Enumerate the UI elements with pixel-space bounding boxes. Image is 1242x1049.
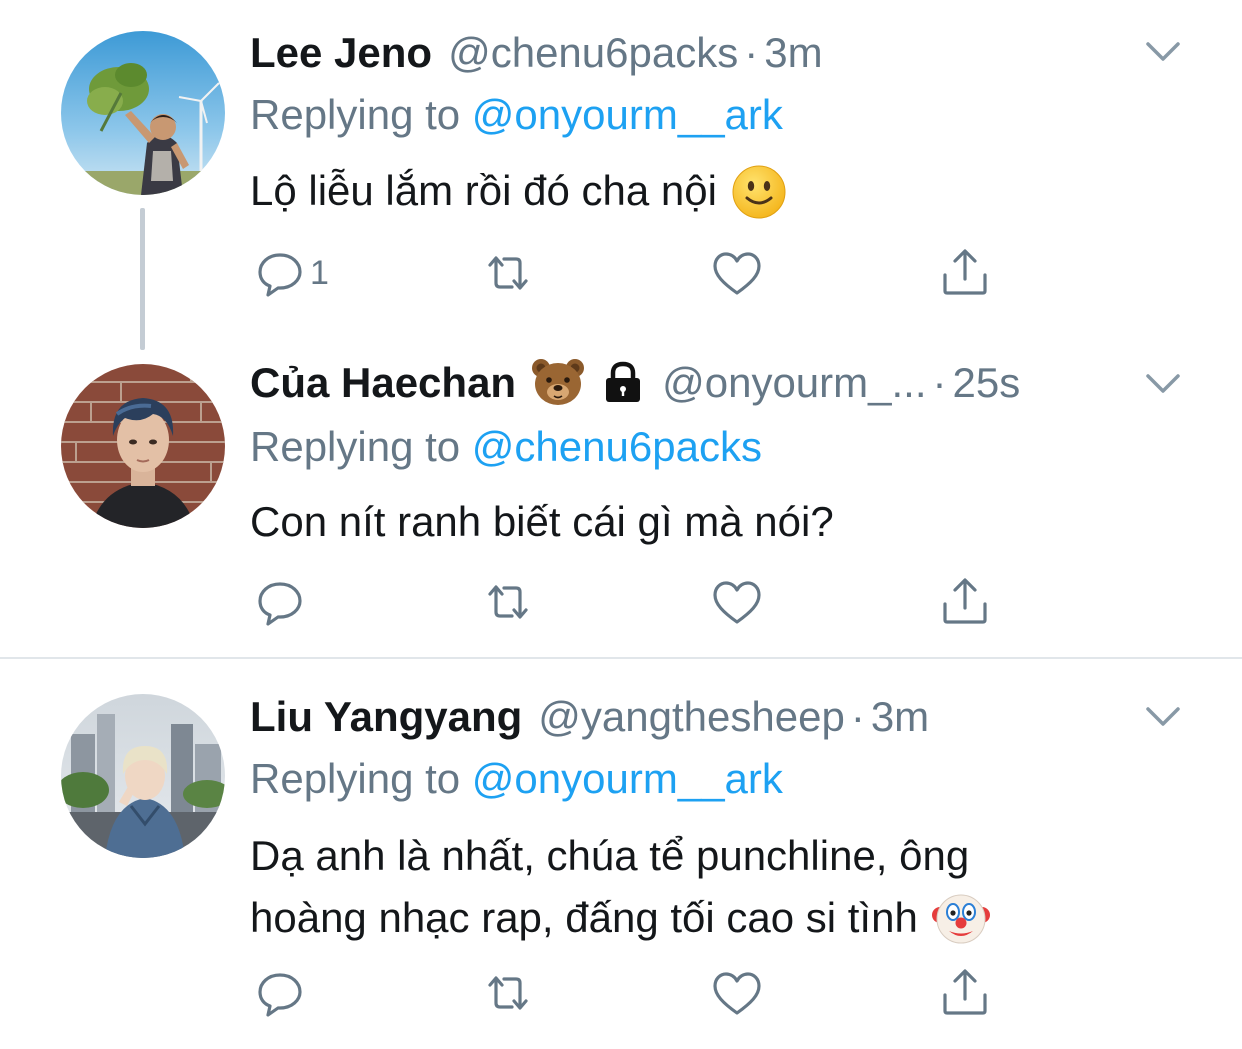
separator: ·	[850, 693, 865, 740]
timestamp[interactable]: 25s	[953, 357, 1021, 409]
user-handle[interactable]: @onyourm_...	[662, 357, 926, 409]
timestamp[interactable]: 3m	[764, 27, 822, 79]
tweet-header: Liu Yangyang @yangthesheep · 3m	[250, 691, 929, 743]
tweet-text: Dạ anh là nhất, chúa tể punchline, ông h…	[250, 825, 1150, 952]
replying-to: Replying to @chenu6packs	[250, 421, 762, 473]
display-name[interactable]: Liu Yangyang	[250, 691, 522, 743]
tweet-liu-yangyang[interactable]: Liu Yangyang @yangthesheep · 3m Replying…	[0, 659, 1242, 1049]
replying-to: Replying to @onyourm__ark	[250, 753, 783, 805]
reply-icon[interactable]	[250, 572, 310, 632]
replying-prefix: Replying to	[250, 423, 472, 470]
display-name[interactable]: Của Haechan	[250, 357, 516, 409]
retweet-icon[interactable]	[478, 243, 538, 303]
like-icon[interactable]	[707, 243, 767, 303]
tweet-header: Lee Jeno @chenu6packs · 3m	[250, 27, 823, 79]
avatar[interactable]	[61, 694, 225, 858]
share-icon[interactable]	[935, 243, 995, 303]
tweet-text-line: Dạ anh là nhất, chúa tể punchline, ông	[250, 832, 970, 879]
share-icon[interactable]	[935, 572, 995, 632]
clown-face-icon	[931, 889, 990, 952]
tweet-cua-haechan[interactable]: Của Haechan @onyourm_... · 25s Replying …	[0, 330, 1242, 658]
lock-icon	[600, 357, 646, 409]
replying-to-mention[interactable]: @onyourm__ark	[472, 91, 783, 138]
replying-to-mention[interactable]: @onyourm__ark	[472, 755, 783, 802]
replying-prefix: Replying to	[250, 91, 472, 138]
user-handle[interactable]: @yangthesheep	[538, 691, 845, 743]
reply-count: 1	[310, 254, 329, 292]
tweet-text-line: Lộ liễu lắm rồi đó cha nội	[250, 167, 717, 214]
like-icon[interactable]	[707, 963, 767, 1023]
separator: ·	[744, 29, 759, 76]
tweet-text: Con nít ranh biết cái gì mà nói?	[250, 491, 1150, 553]
timestamp[interactable]: 3m	[871, 691, 929, 743]
replying-to: Replying to @onyourm__ark	[250, 89, 783, 141]
reply-icon[interactable]	[250, 243, 310, 303]
separator: ·	[932, 359, 947, 406]
chevron-down-icon[interactable]	[1142, 362, 1184, 404]
retweet-icon[interactable]	[478, 572, 538, 632]
thread-connector	[140, 208, 145, 350]
chevron-down-icon[interactable]	[1142, 30, 1184, 72]
retweet-icon[interactable]	[478, 963, 538, 1023]
tweet-lee-jeno[interactable]: Lee Jeno @chenu6packs · 3m Replying to @…	[0, 0, 1242, 350]
replying-prefix: Replying to	[250, 755, 472, 802]
tweet-header: Của Haechan @onyourm_... · 25s	[250, 357, 1020, 409]
share-icon[interactable]	[935, 963, 995, 1023]
slightly-smiling-face-icon	[731, 163, 787, 225]
replying-to-mention[interactable]: @chenu6packs	[472, 423, 762, 470]
avatar[interactable]	[61, 31, 225, 195]
tweet-text: Lộ liễu lắm rồi đó cha nội	[250, 160, 1150, 225]
bear-face-icon	[530, 356, 586, 410]
like-icon[interactable]	[707, 572, 767, 632]
avatar[interactable]	[61, 364, 225, 528]
tweet-text-line: Con nít ranh biết cái gì mà nói?	[250, 498, 834, 545]
tweet-text-line: hoàng nhạc rap, đấng tối cao si tình	[250, 894, 918, 941]
display-name[interactable]: Lee Jeno	[250, 27, 432, 79]
user-handle[interactable]: @chenu6packs	[448, 27, 738, 79]
reply-icon[interactable]	[250, 963, 310, 1023]
chevron-down-icon[interactable]	[1142, 695, 1184, 737]
